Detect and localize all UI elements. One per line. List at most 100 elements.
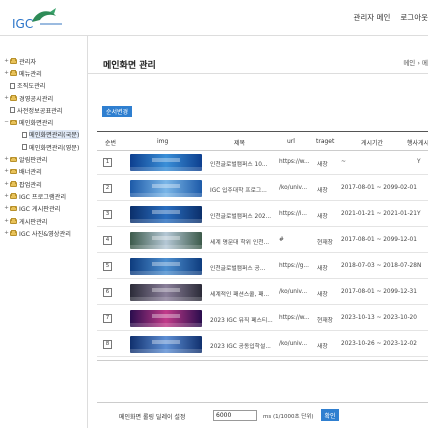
folder-icon [10, 119, 17, 126]
expand-toggle-icon[interactable]: + [4, 169, 9, 175]
row-period: 2018-07-03 ~ 2018-07-28 [341, 263, 417, 269]
row-title-link[interactable]: 인천글로벌캠퍼스 10... [210, 159, 267, 168]
thumbnail-text [151, 314, 181, 318]
col-target: traget [316, 138, 335, 145]
row-period: 2021-01-21 ~ 2021-01-21 [341, 211, 417, 217]
change-order-button[interactable]: 순서변경 [102, 106, 132, 117]
page-icon [10, 107, 15, 114]
sidebar-item[interactable]: + 배너관리 [4, 166, 79, 178]
row-url: https://g... [279, 263, 309, 269]
row-title-link[interactable]: 인천글로벌캠퍼스 202... [210, 211, 271, 220]
sidebar-item-label: IGC 프로그램관리 [19, 193, 67, 201]
banner-thumbnail[interactable] [130, 310, 202, 327]
row-title-link[interactable]: 2023 IGC 공동입학설... [210, 341, 271, 350]
expand-toggle-icon[interactable]: + [4, 95, 9, 101]
sidebar-item-label: 관리자 [19, 58, 37, 66]
col-url: url [287, 138, 295, 145]
thumbnail-text [151, 340, 181, 344]
thumbnail-stripe [130, 349, 202, 353]
folder-icon [10, 168, 17, 175]
banner-thumbnail[interactable] [130, 206, 202, 223]
row-title-link[interactable]: 세계 명문대 학위 인천... [210, 237, 269, 246]
row-url: # [279, 237, 284, 243]
sidebar-item[interactable]: + 알림판관리 [4, 153, 79, 165]
thumbnail-stripe [130, 245, 202, 249]
table-row[interactable]: 8 2023 IGC 공동입학설... /ko/univ... 새창 2023-10-2… [97, 333, 428, 357]
row-title-link[interactable]: IGC 입주대학 프로그... [210, 185, 267, 194]
row-period: ~ [341, 159, 346, 165]
order-input[interactable]: 3 [103, 210, 112, 219]
confirm-button[interactable]: 확인 [321, 409, 339, 421]
row-url: /ko/univ... [279, 341, 308, 347]
banner-thumbnail[interactable] [130, 232, 202, 249]
banner-thumbnail[interactable] [130, 336, 202, 353]
row-title-link[interactable]: 2023 IGC 뮤직 페스티... [210, 315, 273, 324]
thumbnail-stripe [130, 193, 202, 197]
logout-link[interactable]: 로그아웃 [400, 12, 428, 23]
expand-toggle-icon[interactable]: + [4, 230, 9, 236]
expand-toggle-icon[interactable]: + [4, 193, 9, 199]
row-title-link[interactable]: 세계적인 패션스쿨, 패... [210, 289, 269, 298]
expand-toggle-icon[interactable]: + [4, 70, 9, 76]
sidebar-item[interactable]: 조직도관리 [4, 80, 79, 92]
sidebar-item-label: 메뉴관리 [19, 70, 42, 78]
sidebar-item[interactable]: + IGC 프로그램관리 [4, 190, 79, 202]
thumbnail-stripe [130, 167, 202, 171]
order-input[interactable]: 8 [103, 340, 112, 349]
col-display: 행사게시 [407, 140, 428, 147]
expand-toggle-icon[interactable]: + [4, 218, 9, 224]
sidebar-item[interactable]: + 메뉴관리 [4, 67, 79, 79]
folder-icon [10, 156, 17, 163]
expand-toggle-icon[interactable]: + [4, 205, 9, 211]
table-row[interactable]: 7 2023 IGC 뮤직 페스티... https://w... 현재창 2023-1… [97, 307, 428, 331]
thumbnail-text [151, 262, 181, 266]
table-row[interactable]: 5 인천글로벌캠퍼스 공... https://g... 새창 2018-07-03 ~… [97, 255, 428, 279]
expand-toggle-icon[interactable]: + [4, 156, 9, 162]
folder-icon [10, 230, 17, 236]
row-target: 현재창 [317, 318, 333, 324]
sidebar-item[interactable]: + 경영공시관리 [4, 92, 79, 104]
expand-toggle-icon[interactable]: + [4, 181, 9, 187]
order-input[interactable]: 2 [103, 184, 112, 193]
sidebar-item[interactable]: + IGC 게시판관리 [4, 203, 79, 215]
sidebar: + 관리자 + 메뉴관리 조직도관리 + 경영공시관리 사전정보공표관리 − 메인화면관리 메인화면… [0, 36, 88, 428]
row-display: N [417, 263, 422, 269]
banner-thumbnail[interactable] [130, 284, 202, 301]
sidebar-item[interactable]: + 팝업관리 [4, 178, 79, 190]
order-input[interactable]: 1 [103, 158, 112, 167]
order-input[interactable]: 5 [103, 262, 112, 271]
col-num: 순번 [105, 140, 117, 147]
table-row[interactable]: 4 세계 명문대 학위 인천... # 현재창 2017-08-01 ~ 2099-12… [97, 229, 428, 253]
order-input[interactable]: 4 [103, 236, 112, 245]
table-row[interactable]: 6 세계적인 패션스쿨, 패... /ko/univ... 새창 2017-08-01 … [97, 281, 428, 305]
order-input[interactable]: 7 [103, 314, 112, 323]
delay-unit: ms (1/1000초 단위) [263, 414, 314, 420]
banner-thumbnail[interactable] [130, 180, 202, 197]
order-input[interactable]: 6 [103, 288, 112, 297]
admin-main-link[interactable]: 관리자 메인 [354, 12, 391, 23]
expand-toggle-icon[interactable]: − [4, 119, 9, 125]
row-period: 2023-10-13 ~ 2023-10-20 [341, 315, 417, 321]
sidebar-item[interactable]: 메인화면관리(국문) [4, 129, 80, 141]
sidebar-item-label: IGC 게시판관리 [19, 206, 61, 214]
sidebar-item[interactable]: − 메인화면관리 [4, 116, 79, 128]
row-target: 새창 [317, 266, 328, 272]
sidebar-item[interactable]: + IGC 사진&영상관리 [4, 227, 79, 239]
sidebar-item[interactable]: 사전정보공표관리 [4, 104, 79, 116]
expand-toggle-icon[interactable]: + [4, 58, 9, 64]
sidebar-item[interactable]: + 게시판관리 [4, 215, 79, 227]
delay-input[interactable] [213, 410, 257, 421]
row-target: 새창 [317, 214, 328, 220]
sidebar-item-label: 조직도관리 [17, 83, 46, 91]
table-row[interactable]: 2 IGC 입주대학 프로그... /ko/univ... 새창 2017-08-01 … [97, 177, 428, 201]
row-title-link[interactable]: 인천글로벌캠퍼스 공... [210, 263, 265, 272]
table-row[interactable]: 3 인천글로벌캠퍼스 202... https://i... 새창 2021-01-21… [97, 203, 428, 227]
sidebar-item[interactable]: 메인화면관리(영문) [4, 141, 79, 153]
banner-thumbnail[interactable] [130, 154, 202, 171]
table-row[interactable]: 1 인천글로벌캠퍼스 10... https://w... 새창 ~ Y [97, 151, 428, 175]
row-url: https://w... [279, 159, 310, 165]
banner-thumbnail[interactable] [130, 258, 202, 275]
sidebar-item[interactable]: + 관리자 [4, 55, 79, 67]
igc-logo[interactable]: IGC [10, 6, 70, 32]
row-url: https://i... [279, 211, 307, 217]
